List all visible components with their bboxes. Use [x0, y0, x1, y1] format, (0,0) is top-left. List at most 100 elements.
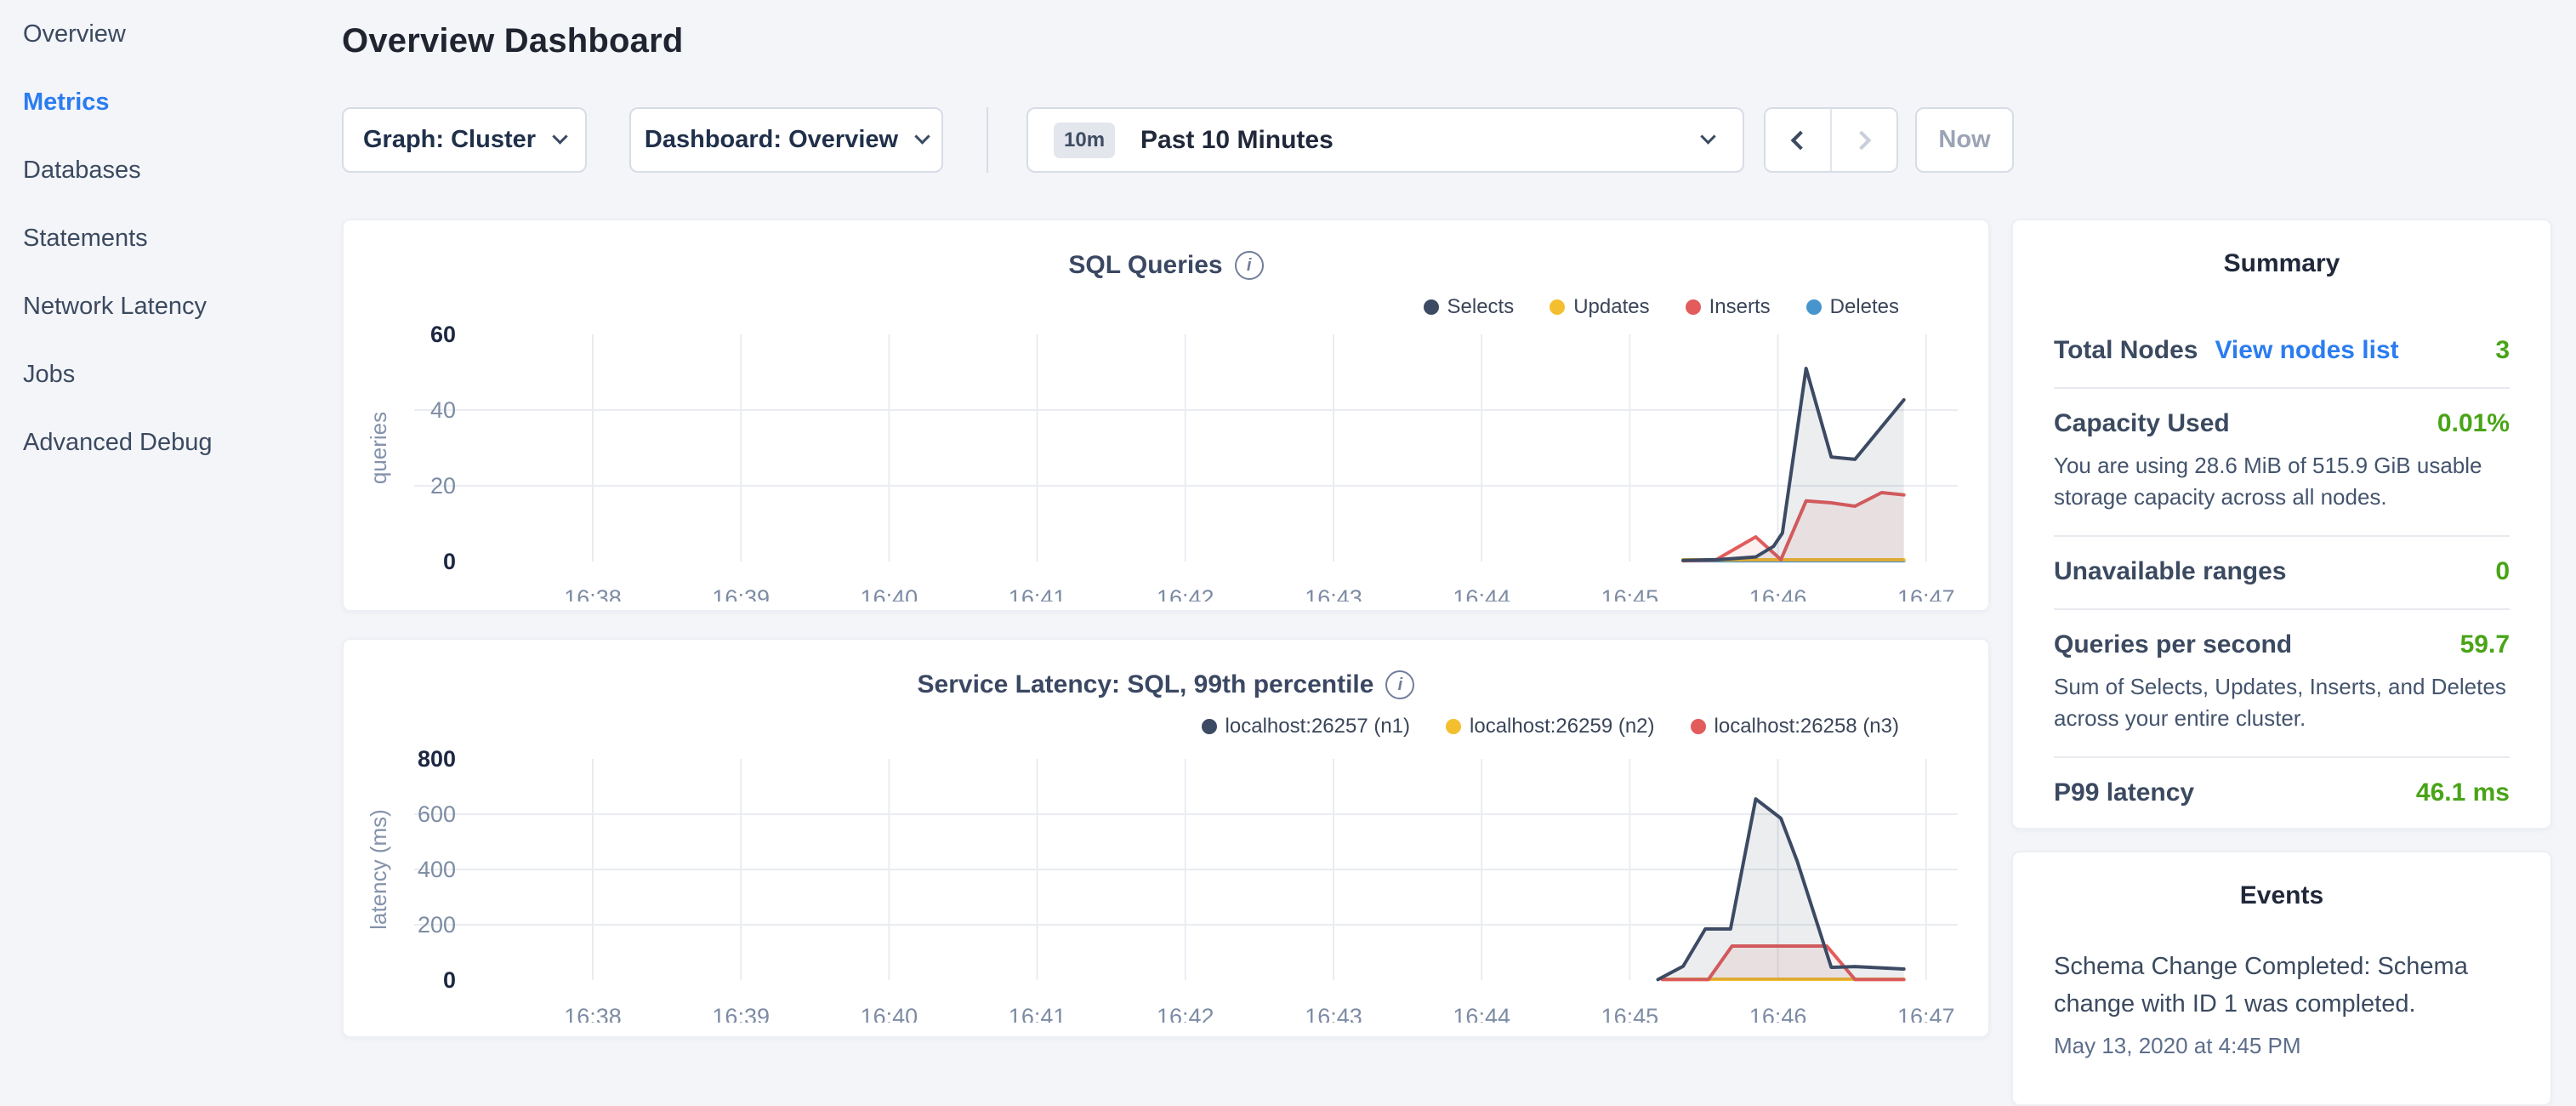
event-item: Schema Change Completed: Schema change w…	[2054, 948, 2510, 1059]
summary-row-value: 0.01%	[2437, 409, 2510, 438]
sidebar-item-jobs[interactable]: Jobs	[0, 340, 342, 408]
legend-item: localhost:26258 (n3)	[1691, 715, 1899, 738]
y-tick-label: 60	[430, 322, 456, 347]
summary-row: P99 latency46.1 ms	[2054, 756, 2510, 830]
chart-title-row: SQL Queries i	[344, 251, 1988, 280]
view-nodes-list-link[interactable]: View nodes list	[2215, 336, 2398, 365]
y-tick-label: 0	[443, 549, 456, 574]
events-card: Events Schema Change Completed: Schema c…	[2011, 851, 2552, 1106]
chevron-down-icon	[1700, 128, 1715, 144]
service-latency-chart[interactable]: 16:3816:3916:4016:4116:4216:4316:4416:45…	[361, 742, 1975, 1023]
service-latency-card: Service Latency: SQL, 99th percentile i …	[342, 638, 1990, 1038]
summary-row: Unavailable ranges 0	[2054, 535, 2510, 608]
sidebar-item-metrics[interactable]: Metrics	[0, 68, 342, 136]
x-tick-label: 16:42	[1157, 585, 1214, 601]
summary-row: Queries per second59.7Sum of Selects, Up…	[2054, 608, 2510, 756]
legend-item: localhost:26257 (n1)	[1202, 715, 1410, 738]
summary-card: Summary Total NodesView nodes list3Capac…	[2011, 219, 2552, 830]
x-tick-label: 16:40	[861, 1004, 918, 1023]
summary-title: Summary	[2013, 249, 2550, 278]
legend-label: Deletes	[1830, 295, 1899, 319]
x-tick-label: 16:45	[1601, 585, 1659, 601]
x-tick-label: 16:47	[1897, 1004, 1955, 1023]
x-tick-label: 16:41	[1009, 585, 1066, 601]
x-tick-label: 16:46	[1749, 585, 1807, 601]
legend-dot-icon	[1550, 299, 1565, 315]
sidebar: OverviewMetricsDatabasesStatementsNetwor…	[0, 0, 342, 1052]
x-tick-label: 16:46	[1749, 1004, 1807, 1023]
legend-item: localhost:26259 (n2)	[1446, 715, 1654, 738]
sql-queries-chart[interactable]: 16:38 16:39 16:40 16:41 16:42 16:43 16:44 16:45…	[361, 321, 1975, 601]
y-tick-label: 600	[418, 801, 456, 827]
chart-title: Service Latency: SQL, 99th percentile	[918, 670, 1374, 699]
legend-label: localhost:26258 (n3)	[1714, 715, 1899, 738]
sidebar-item-network-latency[interactable]: Network Latency	[0, 272, 342, 340]
summary-row-label: Capacity Used	[2054, 409, 2230, 438]
event-text: Schema Change Completed: Schema change w…	[2054, 948, 2510, 1023]
legend-label: Inserts	[1709, 295, 1771, 319]
controls-divider	[987, 107, 988, 173]
y-tick-label: 20	[430, 473, 456, 499]
graph-dropdown[interactable]: Graph: Cluster	[342, 107, 587, 173]
y-tick-label: 800	[418, 746, 456, 772]
info-icon[interactable]: i	[1235, 251, 1264, 280]
chevron-left-icon	[1791, 130, 1811, 150]
time-pager	[1764, 107, 1898, 173]
controls-bar: Graph: Cluster Dashboard: Overview 10m P…	[342, 107, 2014, 173]
dashboard-dropdown[interactable]: Dashboard: Overview	[629, 107, 943, 173]
legend-label: Updates	[1573, 295, 1649, 319]
sidebar-item-databases[interactable]: Databases	[0, 136, 342, 204]
x-tick-label: 16:39	[712, 585, 770, 601]
summary-row-label: P99 latency	[2054, 778, 2194, 807]
graph-dropdown-label: Graph: Cluster	[363, 126, 536, 154]
summary-rows: Total NodesView nodes list3Capacity Used…	[2054, 316, 2510, 830]
chart-title-row: Service Latency: SQL, 99th percentile i	[344, 670, 1988, 699]
prev-range-button[interactable]	[1766, 109, 1830, 171]
time-range-badge: 10m	[1054, 123, 1115, 158]
sql-queries-card: SQL Queries i Selects Updates Inserts Delet…	[342, 219, 1990, 612]
legend-item: Inserts	[1686, 295, 1771, 319]
sidebar-item-overview[interactable]: Overview	[0, 0, 342, 68]
chart-legend: localhost:26257 (n1) localhost:26259 (n2)…	[1202, 715, 1899, 738]
y-tick-label: 400	[418, 857, 456, 882]
x-tick-label: 16:43	[1305, 585, 1362, 601]
summary-row-value: 0	[2495, 557, 2510, 586]
now-button[interactable]: Now	[1915, 107, 2014, 173]
summary-row-description: You are using 28.6 MiB of 515.9 GiB usab…	[2054, 450, 2510, 513]
chevron-down-icon	[552, 128, 567, 144]
summary-row: Total NodesView nodes list3	[2054, 316, 2510, 387]
legend-dot-icon	[1691, 719, 1706, 734]
sidebar-item-advanced-debug[interactable]: Advanced Debug	[0, 408, 342, 476]
chevron-right-icon	[1852, 130, 1872, 150]
y-axis-title: latency (ms)	[366, 809, 391, 930]
event-timestamp: May 13, 2020 at 4:45 PM	[2054, 1033, 2510, 1059]
events-list: Schema Change Completed: Schema change w…	[2054, 948, 2510, 1059]
summary-row-label: Queries per second	[2054, 630, 2292, 659]
chart-title: SQL Queries	[1068, 251, 1222, 280]
legend-dot-icon	[1806, 299, 1822, 315]
x-tick-label: 16:44	[1453, 585, 1510, 601]
x-tick-label: 16:39	[712, 1004, 770, 1023]
legend-dot-icon	[1686, 299, 1701, 315]
info-icon[interactable]: i	[1385, 670, 1414, 699]
y-tick-label: 0	[443, 967, 456, 993]
legend-item: Deletes	[1806, 295, 1899, 319]
events-title: Events	[2013, 881, 2550, 910]
legend-label: localhost:26259 (n2)	[1470, 715, 1654, 738]
next-range-button[interactable]	[1830, 109, 1896, 171]
sidebar-item-statements[interactable]: Statements	[0, 204, 342, 272]
sidebar-nav: OverviewMetricsDatabasesStatementsNetwor…	[0, 0, 342, 476]
dashboard-dropdown-label: Dashboard: Overview	[645, 126, 898, 154]
x-tick-label: 16:40	[861, 585, 918, 601]
time-range-label: Past 10 Minutes	[1140, 126, 1684, 155]
legend-label: localhost:26257 (n1)	[1225, 715, 1410, 738]
x-tick-label: 16:42	[1157, 1004, 1214, 1023]
x-tick-label: 16:47	[1897, 585, 1955, 601]
summary-row-label: Unavailable ranges	[2054, 557, 2286, 586]
time-range-selector[interactable]: 10m Past 10 Minutes	[1026, 107, 1744, 173]
x-tick-label: 16:45	[1601, 1004, 1659, 1023]
x-tick-label: 16:38	[564, 585, 622, 601]
chevron-down-icon	[914, 128, 930, 144]
summary-row-value: 3	[2495, 336, 2510, 365]
legend-item: Selects	[1424, 295, 1515, 319]
